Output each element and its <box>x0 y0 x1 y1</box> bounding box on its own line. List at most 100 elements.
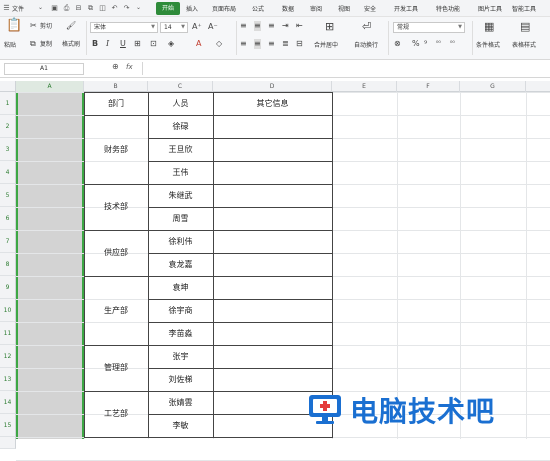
row-header-10[interactable]: 10 <box>0 299 16 322</box>
decrease-decimal-icon[interactable]: ⁰⁰ <box>450 39 455 49</box>
column-header-d[interactable]: D <box>213 81 332 92</box>
format-painter-button[interactable]: 格式刷 <box>62 40 80 49</box>
more-icon[interactable]: ⌄ <box>134 3 143 13</box>
wrap-text-button[interactable]: 自动换行 <box>354 41 378 50</box>
tab-1[interactable]: 插入 <box>186 4 198 13</box>
tab-8[interactable]: 开发工具 <box>394 4 418 13</box>
font-size-select[interactable]: 14 ▼ <box>160 22 188 33</box>
copy-icon[interactable]: ⧉ <box>30 39 36 49</box>
cut-button[interactable]: 剪切 <box>40 22 52 31</box>
table-style-icon[interactable]: ▤ <box>520 21 530 32</box>
person-cell: 朱继武 <box>168 191 193 200</box>
row-header-15[interactable]: 15 <box>0 414 16 437</box>
row-header-12[interactable]: 12 <box>0 345 16 368</box>
person-cell: 徐利伟 <box>168 237 193 246</box>
tab-2[interactable]: 页面布局 <box>212 4 236 13</box>
tab-7[interactable]: 安全 <box>364 4 376 13</box>
increase-font-icon[interactable]: A⁺ <box>192 22 202 32</box>
row-header-5[interactable]: 5 <box>0 184 16 207</box>
selected-column-a[interactable] <box>16 92 84 439</box>
align-left-icon[interactable]: ≡ <box>240 39 247 49</box>
row-header-8[interactable]: 8 <box>0 253 16 276</box>
spreadsheet-grid[interactable]: 部门 人员 其它信息 财务部 技术部 供应部 生产部 管理部 工艺部 徐碌 王旦欣 王伟 朱继武 周雪 徐利… <box>0 81 550 461</box>
menu-bar: ☰ 文件 ⌄ ▣ ⎙ ⊟ ⧉ ◫ ↶ ↷ ⌄ 开始 插入 页面布局 公式 数据 审阅 视图 安… <box>0 0 550 17</box>
row-header-11[interactable]: 11 <box>0 322 16 345</box>
italic-icon[interactable]: I <box>106 39 109 49</box>
conditional-format-button[interactable]: 条件格式 <box>476 41 500 50</box>
row-header-7[interactable]: 7 <box>0 230 16 253</box>
wrap-text-icon[interactable]: ⏎ <box>362 21 371 32</box>
percent-icon[interactable]: % <box>412 39 420 49</box>
border-icon[interactable]: ⊞ <box>134 39 141 49</box>
increase-decimal-icon[interactable]: ⁰⁰ <box>436 39 441 49</box>
paste-icon[interactable]: 📋 <box>6 19 22 32</box>
print-preview-icon[interactable]: ⎙ <box>62 3 71 13</box>
paste-button[interactable]: 粘贴 <box>4 41 16 50</box>
redo-icon[interactable]: ↷ <box>122 3 131 13</box>
select-all-corner[interactable] <box>0 81 16 92</box>
export-icon[interactable]: ⧉ <box>86 3 95 13</box>
underline-icon[interactable]: U <box>120 39 126 49</box>
align-middle-icon[interactable]: ≡ <box>254 21 261 31</box>
column-header-g[interactable]: G <box>460 81 526 92</box>
align-bottom-icon[interactable]: ≡ <box>268 21 275 31</box>
currency-icon[interactable]: ⊗ <box>394 39 401 49</box>
tab-5[interactable]: 审阅 <box>310 4 322 13</box>
outdent-icon[interactable]: ⇤ <box>296 21 303 31</box>
comma-icon[interactable]: ⁹ <box>424 39 427 49</box>
align-top-icon[interactable]: ≡ <box>240 21 247 31</box>
distribute-icon[interactable]: ⊟ <box>296 39 303 49</box>
name-box[interactable]: A1 <box>4 63 84 75</box>
tab-0[interactable]: 开始 <box>156 2 181 15</box>
row-header-6[interactable]: 6 <box>0 207 16 230</box>
justify-icon[interactable]: ≣ <box>282 39 289 49</box>
table-style-button[interactable]: 表格样式 <box>512 41 536 50</box>
indent-icon[interactable]: ⇥ <box>282 21 289 31</box>
row-header-14[interactable]: 14 <box>0 391 16 414</box>
decrease-font-icon[interactable]: A⁻ <box>208 22 218 32</box>
row-header-2[interactable]: 2 <box>0 115 16 138</box>
tab-11[interactable]: 智能工具 <box>512 4 536 13</box>
format-painter-icon[interactable]: 🖌 <box>66 21 76 31</box>
tab-3[interactable]: 公式 <box>252 4 264 13</box>
clear-icon[interactable]: ◇ <box>216 39 222 49</box>
column-header-a[interactable]: A <box>16 81 84 92</box>
copy-button[interactable]: 复制 <box>40 40 52 49</box>
file-menu[interactable]: 文件 <box>12 4 24 13</box>
column-header-b[interactable]: B <box>84 81 148 92</box>
align-center-icon[interactable]: ≡ <box>254 39 261 49</box>
column-header-f[interactable]: F <box>397 81 460 92</box>
formula-input[interactable] <box>142 62 546 75</box>
column-header-e[interactable]: E <box>332 81 397 92</box>
conditional-format-icon[interactable]: ▦ <box>484 21 494 32</box>
merge-center-button[interactable]: 合并居中 <box>314 41 338 50</box>
more-borders-icon[interactable]: ⊡ <box>150 39 157 49</box>
menu-icon[interactable]: ☰ <box>2 3 11 13</box>
tab-4[interactable]: 数据 <box>282 4 294 13</box>
font-name-select[interactable]: 宋体 ▼ <box>90 22 158 33</box>
row-header-4[interactable]: 4 <box>0 161 16 184</box>
search-icon[interactable]: ⊕ <box>112 62 119 71</box>
row-header-13[interactable]: 13 <box>0 368 16 391</box>
number-format-select[interactable]: 常规 ▼ <box>393 22 465 33</box>
gridline-v <box>526 92 527 439</box>
fill-color-icon[interactable]: ◈ <box>168 39 174 49</box>
tab-10[interactable]: 图片工具 <box>478 4 502 13</box>
preview-icon[interactable]: ◫ <box>98 3 107 13</box>
fx-icon[interactable]: fx <box>126 63 133 71</box>
cut-icon[interactable]: ✂ <box>30 21 37 31</box>
tab-6[interactable]: 视图 <box>338 4 350 13</box>
font-color-icon[interactable]: A <box>196 39 201 49</box>
chevron-down-icon[interactable]: ⌄ <box>36 3 45 13</box>
column-header-c[interactable]: C <box>148 81 213 92</box>
tab-9[interactable]: 特色功能 <box>436 4 460 13</box>
save-icon[interactable]: ▣ <box>50 3 59 13</box>
bold-icon[interactable]: B <box>92 39 98 49</box>
undo-icon[interactable]: ↶ <box>110 3 119 13</box>
row-header-9[interactable]: 9 <box>0 276 16 299</box>
row-header-1[interactable]: 1 <box>0 92 16 115</box>
merge-center-icon[interactable]: ⊞ <box>325 21 334 32</box>
row-header-3[interactable]: 3 <box>0 138 16 161</box>
align-right-icon[interactable]: ≡ <box>268 39 275 49</box>
print-icon[interactable]: ⊟ <box>74 3 83 13</box>
